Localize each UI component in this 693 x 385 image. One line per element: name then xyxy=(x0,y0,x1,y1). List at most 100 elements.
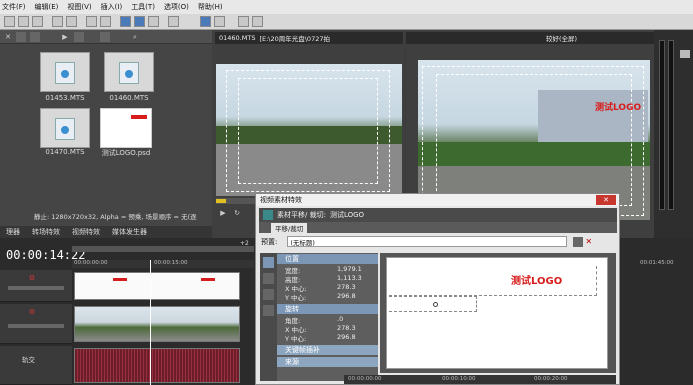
trimmer-clip-name: 01460.MTS xyxy=(219,34,256,42)
delete-preset-icon[interactable]: ✕ xyxy=(585,237,595,247)
fx-icon[interactable]: ⚙ xyxy=(28,308,36,316)
move-icon[interactable] xyxy=(263,305,274,316)
track-header-audio[interactable]: 轨交 xyxy=(0,346,72,385)
section-keyframe[interactable]: 关键帧插补 xyxy=(277,345,378,355)
logo-mark xyxy=(201,278,215,281)
track-header-overlay[interactable]: ⚙ xyxy=(0,270,72,302)
canvas-frame[interactable]: 测试LOGO xyxy=(386,257,608,369)
snap-icon[interactable] xyxy=(168,16,179,27)
enable-rotate-icon[interactable] xyxy=(263,273,274,284)
normal-edit-icon[interactable] xyxy=(263,257,274,268)
volume-fader[interactable] xyxy=(680,50,690,58)
media-thumb-01460[interactable] xyxy=(104,52,154,92)
media-thumb-logo[interactable] xyxy=(100,108,152,148)
param-height[interactable]: 1,113.3 xyxy=(337,274,362,282)
close-icon[interactable]: ✕ xyxy=(596,195,616,205)
overlay-logo: 测试LOGO xyxy=(595,103,642,113)
safe-area-inner xyxy=(436,74,632,206)
save-icon[interactable] xyxy=(32,16,43,27)
tab-explorer[interactable]: 理器 xyxy=(0,227,26,237)
media-thumb-01453[interactable] xyxy=(40,52,90,92)
crop-box[interactable] xyxy=(389,266,597,296)
menu-help[interactable]: 帮助(H) xyxy=(198,2,223,12)
section-position[interactable]: 位置 xyxy=(277,254,378,264)
menu-options[interactable]: 选项(O) xyxy=(164,2,189,12)
opacity-slider[interactable] xyxy=(8,286,64,290)
media-toolbar: ✕ ▶ ⌕ xyxy=(0,30,212,44)
media-thumb-01470[interactable] xyxy=(40,108,90,148)
lock-icon[interactable] xyxy=(200,16,211,27)
menu-bar: 文件(F) 编辑(E) 视图(V) 插入(I) 工具(T) 选项(O) 帮助(H… xyxy=(0,0,693,14)
views-icon[interactable] xyxy=(100,32,110,42)
video-file-icon xyxy=(119,62,139,84)
menu-tools[interactable]: 工具(T) xyxy=(131,2,155,12)
close-icon[interactable]: ✕ xyxy=(3,32,13,42)
tab-media-generators[interactable]: 媒体发生器 xyxy=(106,227,153,237)
main-toolbar xyxy=(0,14,693,30)
audio-clip[interactable] xyxy=(74,348,240,383)
ripple-icon[interactable] xyxy=(214,16,225,27)
project-media-panel: 01453.MTS 01460.MTS 01470.MTS 测试LOGO.psd… xyxy=(0,30,212,238)
preview-quality[interactable]: 较好(全屏) xyxy=(546,33,577,43)
dialog-ruler: 00:00:00:00 00:00:10:00 00:00:20:00 xyxy=(344,375,616,384)
timeline-cursor[interactable] xyxy=(150,260,151,385)
fx-icon[interactable]: ⚙ xyxy=(28,274,36,282)
level-slider[interactable] xyxy=(8,324,64,328)
ruler-tick: 00:00:10:00 xyxy=(442,376,476,382)
tab-pan-crop[interactable]: 平移/裁切 xyxy=(271,223,308,233)
cut-icon[interactable] xyxy=(86,16,97,27)
logo-mark xyxy=(113,278,127,281)
play-icon[interactable]: ▶ xyxy=(218,208,228,218)
preset-label: 预置: xyxy=(261,237,278,246)
header-label: 素材平移/ 裁切: xyxy=(277,211,326,219)
timeline-scroll[interactable] xyxy=(72,246,254,252)
capture-icon[interactable] xyxy=(30,32,40,42)
param-x-center[interactable]: 278.3 xyxy=(337,283,356,291)
menu-view[interactable]: 视图(V) xyxy=(67,2,91,12)
window-tabs: 理器 转场特效 视频特效 媒体发生器 xyxy=(0,226,212,238)
loop-icon[interactable]: ↻ xyxy=(232,208,242,218)
cursor-tool-icon[interactable] xyxy=(120,16,131,27)
playhead[interactable] xyxy=(216,199,226,203)
undo-icon[interactable] xyxy=(52,16,63,27)
search-icon[interactable]: ⌕ xyxy=(130,32,140,42)
param-rot-y-center[interactable]: 296.8 xyxy=(337,333,356,341)
timeline-ruler: 00:00:00:00 00:00:15:00 xyxy=(72,260,254,268)
menu-edit[interactable]: 编辑(E) xyxy=(35,2,59,12)
envelope-tool-icon[interactable] xyxy=(134,16,145,27)
meter-right xyxy=(668,40,674,210)
trimmer-path: [E:\20周年光盘\0727拍 xyxy=(259,35,330,43)
menu-insert[interactable]: 插入(I) xyxy=(101,2,123,12)
logo-mark xyxy=(131,115,147,119)
tab-video-fx[interactable]: 视频特效 xyxy=(66,227,106,237)
param-y-center[interactable]: 296.8 xyxy=(337,292,356,300)
preset-select[interactable]: (无标题) xyxy=(287,236,568,247)
copy-icon[interactable] xyxy=(100,16,111,27)
open-file-icon[interactable] xyxy=(18,16,29,27)
header-name: 测试LOGO xyxy=(329,211,365,219)
save-preset-icon[interactable] xyxy=(573,236,584,247)
dialog-title: 视频素材特效 xyxy=(260,196,302,204)
param-angle[interactable]: .0 xyxy=(337,315,343,323)
logo-clip[interactable] xyxy=(74,272,240,300)
section-source[interactable]: 来源 xyxy=(277,357,378,367)
play-icon[interactable]: ▶ xyxy=(60,32,70,42)
media-label: 测试LOGO.psd xyxy=(101,149,151,157)
video-event-fx-dialog: 视频素材特效 ✕ 素材平移/ 裁切: 测试LOGO 平移/裁切 预置: (无标题… xyxy=(255,193,620,385)
video-clip[interactable] xyxy=(74,306,240,342)
zoom-icon[interactable] xyxy=(263,289,274,300)
section-rotation[interactable]: 旋转 xyxy=(277,304,378,314)
menu-file[interactable]: 文件(F) xyxy=(2,2,26,12)
redo-icon[interactable] xyxy=(66,16,77,27)
param-width[interactable]: 1,979.1 xyxy=(337,265,362,273)
track-header-video[interactable]: ⚙ xyxy=(0,304,72,344)
properties-icon[interactable] xyxy=(238,16,249,27)
import-icon[interactable] xyxy=(16,32,26,42)
new-file-icon[interactable] xyxy=(4,16,15,27)
help-icon[interactable] xyxy=(252,16,263,27)
stop-icon[interactable] xyxy=(74,32,84,42)
zoom-tool-icon[interactable] xyxy=(148,16,159,27)
dialog-tab-strip: 平移/裁切 xyxy=(259,222,617,233)
tab-transitions[interactable]: 转场特效 xyxy=(26,227,66,237)
param-rot-x-center[interactable]: 278.3 xyxy=(337,324,356,332)
